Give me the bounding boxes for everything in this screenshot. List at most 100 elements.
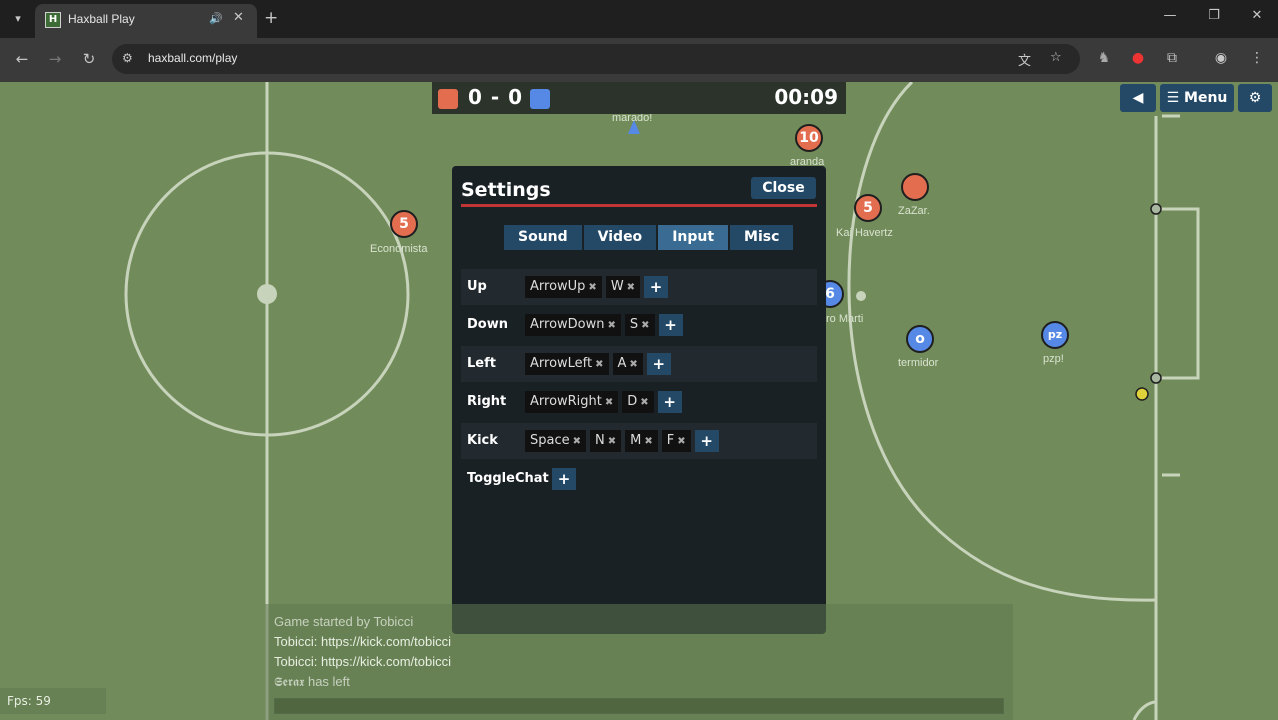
menu-label: Menu: [1184, 90, 1228, 106]
binding-row-kick: Kick Space ✖ N ✖ M ✖ F ✖ +: [461, 423, 817, 459]
chat-input[interactable]: [274, 698, 1004, 714]
player-disc: 5: [854, 194, 882, 222]
window-close-icon[interactable]: ✕: [1247, 8, 1267, 23]
key-chip: A ✖: [612, 353, 643, 375]
add-key-button[interactable]: +: [646, 353, 671, 375]
player-name: ZaZar.: [898, 205, 930, 217]
extension-icon[interactable]: ♞: [1094, 50, 1114, 66]
binding-action-label: Up: [467, 279, 487, 294]
reload-icon[interactable]: ↻: [79, 50, 99, 68]
remove-key-icon[interactable]: ✖: [629, 359, 637, 370]
key-chip: F ✖: [661, 430, 691, 452]
remove-key-icon[interactable]: ✖: [573, 436, 581, 447]
profile-icon[interactable]: ◉: [1211, 50, 1231, 66]
tab-input[interactable]: Input: [658, 225, 729, 250]
remove-key-icon[interactable]: ✖: [641, 320, 649, 331]
browser-tab[interactable]: H Haxball Play 🔊 ✕: [35, 4, 257, 38]
game-timer: 00:09: [774, 85, 838, 109]
close-button[interactable]: Close: [751, 177, 816, 199]
key-chip: Space ✖: [525, 430, 587, 452]
tab-sound[interactable]: Sound: [504, 225, 582, 250]
key-chip: ArrowLeft ✖: [525, 353, 609, 375]
binding-row-down: Down ArrowDown ✖ S ✖ +: [461, 307, 817, 343]
close-icon[interactable]: ✕: [233, 10, 244, 25]
settings-title: Settings: [461, 179, 551, 201]
player-disc: [901, 173, 929, 201]
tab-video[interactable]: Video: [583, 225, 657, 250]
title-divider: [461, 204, 817, 207]
score: 0 - 0: [468, 85, 524, 109]
plus-icon[interactable]: +: [264, 8, 278, 28]
binding-action-label: Kick: [467, 433, 498, 448]
browser-toolbar: ← → ↻ ⚙ haxball.com/play 文 ☆ ♞ ● ⧉ ◉ ⋮: [0, 38, 1278, 82]
player-disc: 5: [390, 210, 418, 238]
chat-message: 𝕾𝖊𝖗𝖆𝖝 has left: [274, 674, 350, 689]
add-key-button[interactable]: +: [694, 430, 719, 452]
chat-panel: Game started by Tobicci Tobicci: https:/…: [265, 604, 1013, 720]
chat-message: Tobicci: https://kick.com/tobicci: [274, 654, 451, 669]
settings-tabs: Sound Video Input Misc: [504, 225, 794, 250]
remove-key-icon[interactable]: ✖: [595, 359, 603, 370]
fps-counter: Fps: 59: [0, 688, 106, 714]
sound-icon[interactable]: ◀: [1120, 84, 1156, 112]
remove-key-icon[interactable]: ✖: [588, 282, 596, 293]
hamburger-icon: ☰: [1166, 90, 1180, 106]
browser-tab-bar: ▾ H Haxball Play 🔊 ✕ + — ❐ ✕: [0, 0, 1278, 38]
remove-key-icon[interactable]: ✖: [677, 436, 685, 447]
translate-icon[interactable]: 文: [1018, 50, 1031, 69]
add-key-button[interactable]: +: [644, 276, 669, 298]
site-info-icon[interactable]: ⚙: [122, 51, 133, 65]
more-icon[interactable]: ⋮: [1247, 50, 1267, 66]
binding-row-left: Left ArrowLeft ✖ A ✖ +: [461, 346, 817, 382]
binding-action-label: Down: [467, 317, 508, 332]
binding-action-label: Left: [467, 356, 496, 371]
settings-gear-icon[interactable]: ⚙: [1238, 84, 1272, 112]
menu-button[interactable]: ☰ Menu: [1160, 84, 1234, 112]
red-team-square: [438, 89, 458, 109]
key-chip: S ✖: [624, 314, 655, 336]
address-bar[interactable]: ⚙ haxball.com/play 文 ☆: [112, 44, 1080, 74]
binding-row-togglechat: ToggleChat +: [461, 461, 817, 497]
remove-key-icon[interactable]: ✖: [627, 282, 635, 293]
star-icon[interactable]: ☆: [1050, 50, 1062, 65]
key-chip: ArrowDown ✖: [525, 314, 621, 336]
tab-search-icon[interactable]: ▾: [6, 8, 30, 30]
player-disc: pz: [1041, 321, 1069, 349]
chat-message: Tobicci: https://kick.com/tobicci: [274, 634, 451, 649]
binding-row-right: Right ArrowRight ✖ D ✖ +: [461, 384, 817, 420]
audio-icon[interactable]: 🔊: [209, 12, 223, 25]
remove-key-icon[interactable]: ✖: [644, 436, 652, 447]
binding-action-label: Right: [467, 394, 507, 409]
back-icon[interactable]: ←: [12, 50, 32, 68]
minimize-icon[interactable]: —: [1160, 8, 1180, 23]
url-text[interactable]: haxball.com/play: [148, 51, 237, 65]
key-chip: D ✖: [622, 391, 654, 413]
add-key-button[interactable]: +: [658, 314, 683, 336]
binding-row-up: Up ArrowUp ✖ W ✖ +: [461, 269, 817, 305]
key-chip: ArrowRight ✖: [525, 391, 619, 413]
scoreboard: 0 - 0 00:09: [432, 82, 846, 114]
forward-icon[interactable]: →: [45, 50, 65, 68]
extensions-icon[interactable]: ⧉: [1162, 50, 1182, 66]
remove-key-icon[interactable]: ✖: [640, 397, 648, 408]
player-disc: o: [906, 325, 934, 353]
add-key-button[interactable]: +: [657, 391, 682, 413]
remove-key-icon[interactable]: ✖: [608, 320, 616, 331]
restore-icon[interactable]: ❐: [1204, 8, 1224, 23]
chat-message: Game started by Tobicci: [274, 614, 414, 629]
settings-dialog: Settings Close Sound Video Input Misc Up…: [452, 166, 826, 634]
tab-title: Haxball Play: [68, 12, 135, 26]
blue-team-square: [530, 89, 550, 109]
player-disc: 10: [795, 124, 823, 152]
tab-misc[interactable]: Misc: [730, 225, 794, 250]
add-key-button[interactable]: +: [552, 468, 576, 490]
player-name: Kai Havertz: [836, 227, 893, 239]
player-name: pzp!: [1043, 353, 1064, 365]
binding-action-label: ToggleChat: [467, 471, 549, 486]
remove-key-icon[interactable]: ✖: [608, 436, 616, 447]
key-chip: ArrowUp ✖: [525, 276, 602, 298]
screen: ▾ H Haxball Play 🔊 ✕ + — ❐ ✕ ← → ↻ ⚙ hax…: [0, 0, 1278, 720]
adblock-icon[interactable]: ●: [1128, 50, 1148, 66]
player-name: termidor: [898, 357, 939, 369]
remove-key-icon[interactable]: ✖: [605, 397, 613, 408]
